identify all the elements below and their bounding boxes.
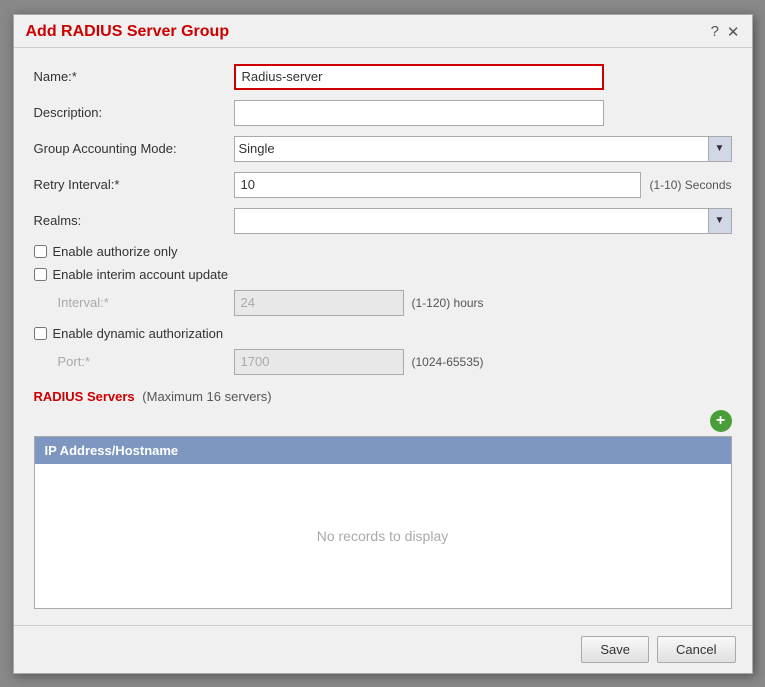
help-icon[interactable]: ? [711,23,719,40]
port-hint: (1024-65535) [412,355,484,369]
cancel-button[interactable]: Cancel [657,636,735,663]
realms-row: Realms: ▼ [34,208,732,234]
retry-interval-row: Retry Interval:* (1-10) Seconds [34,172,732,198]
enable-dynamic-checkbox[interactable] [34,327,47,340]
radius-servers-section-label: RADIUS Servers (Maximum 16 servers) [34,389,732,404]
enable-authorize-checkbox[interactable] [34,245,47,258]
group-accounting-select[interactable]: Single Multiple [234,136,732,162]
realms-label: Realms: [34,213,234,228]
name-row: Name:* [34,64,732,90]
radius-servers-hint: (Maximum 16 servers) [142,389,271,404]
ip-hostname-table: IP Address/Hostname No records to displa… [34,436,732,609]
add-icon-row: + [34,410,732,432]
enable-interim-row: Enable interim account update [34,267,732,282]
interval-input[interactable] [234,290,404,316]
description-label: Description: [34,105,234,120]
port-row: Port:* (1024-65535) [58,349,732,375]
enable-authorize-label: Enable authorize only [53,244,178,259]
description-row: Description: [34,100,732,126]
port-input[interactable] [234,349,404,375]
table-body-no-records: No records to display [35,464,731,608]
interval-row: Interval:* (1-120) hours [58,290,732,316]
retry-interval-label: Retry Interval:* [34,177,234,192]
description-input-wrapper [234,100,604,126]
enable-interim-label: Enable interim account update [53,267,229,282]
group-accounting-label: Group Accounting Mode: [34,141,234,156]
interval-input-wrapper [234,290,404,316]
group-accounting-select-wrapper: Single Multiple ▼ [234,136,732,162]
add-server-button[interactable]: + [710,410,732,432]
add-radius-server-group-dialog: Add RADIUS Server Group ? ✕ Name:* Descr… [13,14,753,674]
interval-hint: (1-120) hours [412,296,484,310]
save-button[interactable]: Save [581,636,649,663]
port-input-wrapper [234,349,404,375]
enable-authorize-row: Enable authorize only [34,244,732,259]
name-label: Name:* [34,69,234,84]
group-accounting-row: Group Accounting Mode: Single Multiple ▼ [34,136,732,162]
table-header-ip-hostname: IP Address/Hostname [35,437,731,464]
realms-select-wrapper: ▼ [234,208,732,234]
retry-interval-hint: (1-10) Seconds [649,178,731,192]
realms-select[interactable] [234,208,732,234]
dialog-header-actions: ? ✕ [711,23,740,41]
description-input[interactable] [234,100,604,126]
realms-wrapper: ▼ [234,208,732,234]
dialog-body: Name:* Description: Group Accounting Mod… [14,48,752,625]
dialog-title: Add RADIUS Server Group [26,23,230,41]
name-input[interactable] [234,64,604,90]
dialog-header: Add RADIUS Server Group ? ✕ [14,15,752,48]
no-records-text: No records to display [317,528,449,544]
retry-interval-input[interactable] [234,172,642,198]
retry-interval-input-wrapper [234,172,642,198]
enable-dynamic-row: Enable dynamic authorization [34,326,732,341]
enable-dynamic-label: Enable dynamic authorization [53,326,224,341]
port-label: Port:* [58,354,234,369]
dialog-footer: Save Cancel [14,625,752,673]
enable-interim-checkbox[interactable] [34,268,47,281]
name-input-wrapper [234,64,604,90]
group-accounting-wrapper: Single Multiple ▼ [234,136,732,162]
interval-label: Interval:* [58,295,234,310]
close-icon[interactable]: ✕ [727,23,740,41]
radius-servers-link-label[interactable]: RADIUS Servers [34,389,135,404]
